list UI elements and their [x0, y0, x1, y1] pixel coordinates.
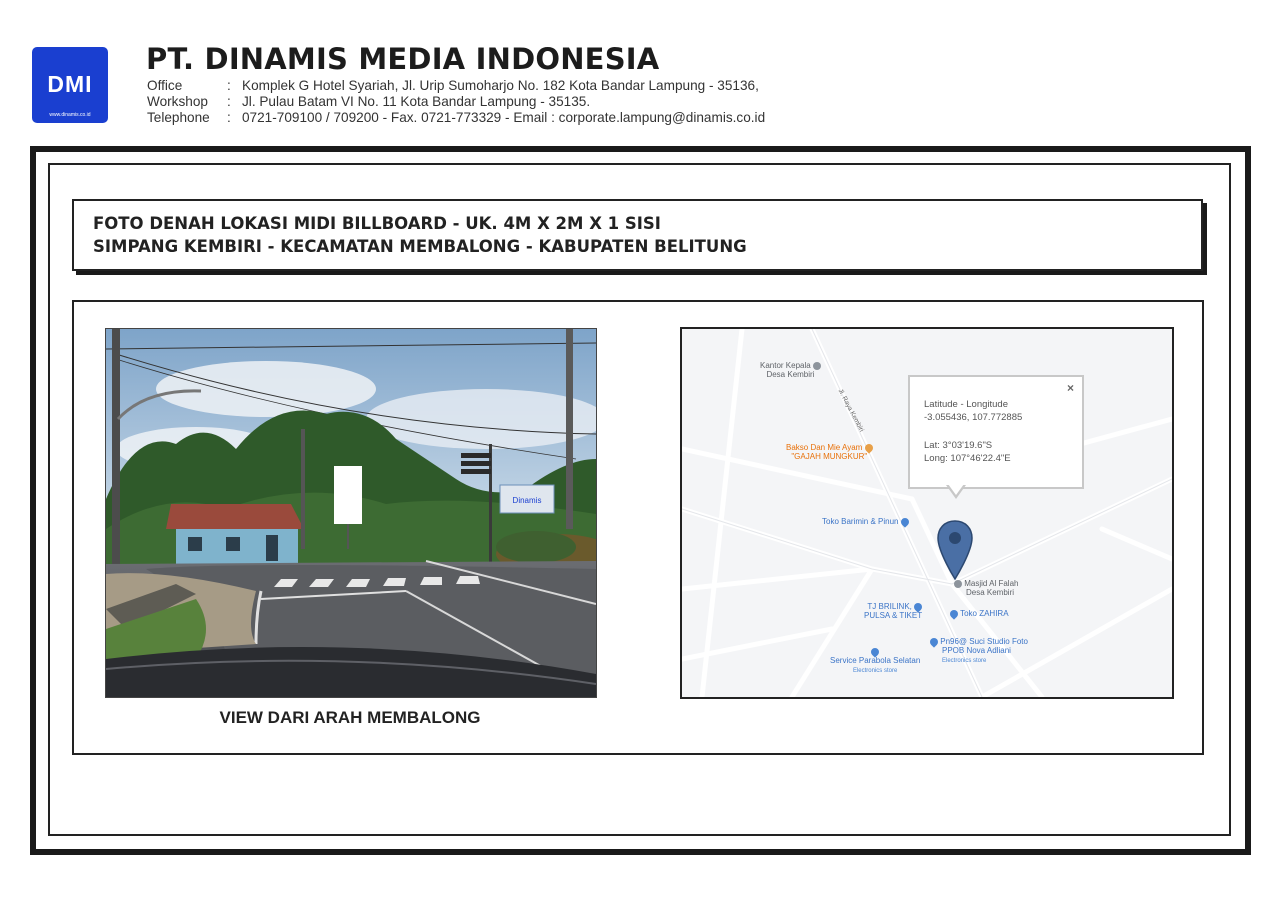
poi-kantor-line-1: Kantor Kepala [760, 361, 811, 370]
company-logo: DMI www.dinamis.co.id [32, 47, 108, 123]
title-line-1: FOTO DENAH LOKASI MIDI BILLBOARD - UK. 4… [93, 214, 661, 233]
distant-sign-text: Dinamis [513, 496, 542, 505]
callout-heading: Latitude - Longitude [924, 399, 1008, 410]
photo-caption: VIEW DARI ARAH MEMBALONG [219, 708, 481, 727]
location-photo: Dinamis [105, 328, 597, 698]
poi-brilink-line-2: PULSA & TIKET [864, 611, 923, 620]
government-pin-icon [812, 361, 821, 370]
close-icon[interactable]: × [1067, 381, 1074, 395]
callout-longitude: Long: 107°46'22.4"E [924, 453, 1011, 464]
callout-latitude: Lat: 3°03'19.6"S [924, 440, 993, 451]
poi-bakso-line-1: Bakso Dan Mie Ayam [786, 443, 863, 452]
poi-masjid-line-2: Desa Kembiri [966, 588, 1015, 597]
callout-decimal-coords: -3.055436, 107.772885 [924, 412, 1023, 423]
poi-brilink-line-1: TJ BRILINK, [867, 602, 912, 611]
workshop-value: Jl. Pulau Batam VI No. 11 Kota Bandar La… [242, 94, 591, 109]
office-label: Office [147, 78, 183, 93]
poi-suci-line-3: Electronics store [942, 658, 987, 664]
poi-zahira-label: Toko ZAHIRA [960, 609, 1009, 618]
company-contact-info: Office: Komplek G Hotel Syariah, Jl. Urip… [147, 78, 765, 126]
workshop-sep: : [227, 94, 231, 109]
poi-suci-line-2: PPOB Nova Adliani [942, 646, 1011, 655]
workshop-label: Workshop [147, 94, 208, 109]
office-sep: : [227, 78, 231, 93]
shop-pin-icon [899, 516, 911, 528]
poi-toko-zahira[interactable]: Toko ZAHIRA [948, 608, 1009, 620]
logo-text: DMI [47, 71, 93, 97]
poi-barimin-label: Toko Barimin & Pinun [822, 517, 899, 526]
poi-suci-studio[interactable]: Pn96@ Suci Studio Foto PPOB Nova Adliani… [928, 636, 1028, 666]
shop-pin-icon [948, 608, 960, 620]
poi-brilink[interactable]: TJ BRILINK, PULSA & TIKET [864, 601, 924, 620]
poi-toko-barimin[interactable]: Toko Barimin & Pinun [822, 516, 911, 528]
company-name: PT. DINAMIS MEDIA INDONESIA [146, 42, 660, 76]
workshop-row: Workshop: Jl. Pulau Batam VI No. 11 Kota … [147, 94, 765, 110]
telephone-row: Telephone:0721-709100 / 709200 - Fax. 07… [147, 110, 765, 126]
poi-service-parabola[interactable]: Service Parabola Selatan Electronics sto… [830, 646, 920, 676]
title-box: FOTO DENAH LOKASI MIDI BILLBOARD - UK. 4… [72, 199, 1203, 271]
office-value: Komplek G Hotel Syariah, Jl. Urip Sumoha… [242, 78, 759, 93]
telephone-label: Telephone [147, 110, 210, 125]
poi-kantor-line-2: Desa Kembiri [766, 370, 815, 379]
title-line-2: SIMPANG KEMBIRI - KECAMATAN MEMBALONG - … [93, 237, 747, 256]
coordinates-callout: × Latitude - Longitude -3.055436, 107.77… [908, 375, 1084, 489]
poi-suci-line-1: Pn96@ Suci Studio Foto [940, 637, 1028, 646]
callout-tail-inner [948, 484, 964, 495]
location-map[interactable]: Jl. Raya Kembiri Kantor Kepala Desa Kemb… [680, 327, 1174, 699]
telephone-value: 0721-709100 / 709200 - Fax. 0721-773329 … [242, 110, 766, 125]
telephone-sep: : [227, 110, 231, 125]
poi-parabola-line-2: Electronics store [852, 668, 898, 674]
poi-bakso-line-2: "GAJAH MUNGKUR" [791, 452, 868, 461]
logo-url: www.dinamis.co.id [49, 112, 91, 118]
poi-kantor-kepala[interactable]: Kantor Kepala Desa Kembiri [760, 361, 821, 379]
poi-bakso[interactable]: Bakso Dan Mie Ayam "GAJAH MUNGKUR" [786, 442, 875, 461]
office-row: Office: Komplek G Hotel Syariah, Jl. Urip… [147, 78, 765, 94]
